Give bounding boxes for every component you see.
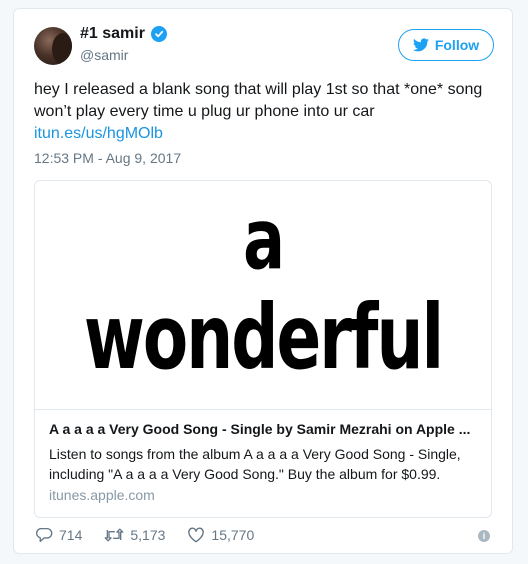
tweet-text: hey I released a blank song that will pl… <box>34 81 483 120</box>
card-image-word-wonderful: wonderful <box>83 285 444 390</box>
like-button[interactable]: 15,770 <box>187 527 254 543</box>
tweet-actions: 714 5,173 15,770 <box>36 527 276 543</box>
follow-label: Follow <box>434 37 480 53</box>
retweet-icon <box>104 528 124 542</box>
author-handle[interactable]: @samir <box>80 47 128 63</box>
author-display-name[interactable]: #1 samir <box>80 25 145 43</box>
tweet-card: #1 samir @samir Follow hey I released a … <box>13 8 513 554</box>
reply-button[interactable]: 714 <box>36 527 82 543</box>
reply-icon <box>36 527 53 543</box>
twitter-bird-icon <box>412 38 429 52</box>
heart-icon <box>188 527 205 543</box>
card-image-word-a: a <box>243 190 285 289</box>
card-title: A a a a a Very Good Song - Single by Sam… <box>49 421 471 437</box>
author-name-row: #1 samir <box>80 25 167 43</box>
reply-count: 714 <box>59 527 83 543</box>
card-domain: itunes.apple.com <box>49 487 155 503</box>
verified-badge-icon <box>150 26 167 42</box>
tweet-timestamp[interactable]: 12:53 PM - Aug 9, 2017 <box>34 150 181 166</box>
avatar[interactable] <box>34 27 72 65</box>
card-description: Listen to songs from the album A a a a a… <box>49 446 461 482</box>
tweet-link[interactable]: itun.es/us/hgMOlb <box>34 123 163 145</box>
like-count: 15,770 <box>211 527 255 543</box>
link-preview-card[interactable]: a wonderful A a a a a Very Good Song - S… <box>34 180 492 518</box>
follow-button[interactable]: Follow <box>398 29 494 61</box>
retweet-button[interactable]: 5,173 <box>104 527 165 543</box>
info-icon[interactable]: i <box>478 530 490 542</box>
retweet-count: 5,173 <box>130 527 166 543</box>
card-image: a wonderful <box>35 181 491 410</box>
